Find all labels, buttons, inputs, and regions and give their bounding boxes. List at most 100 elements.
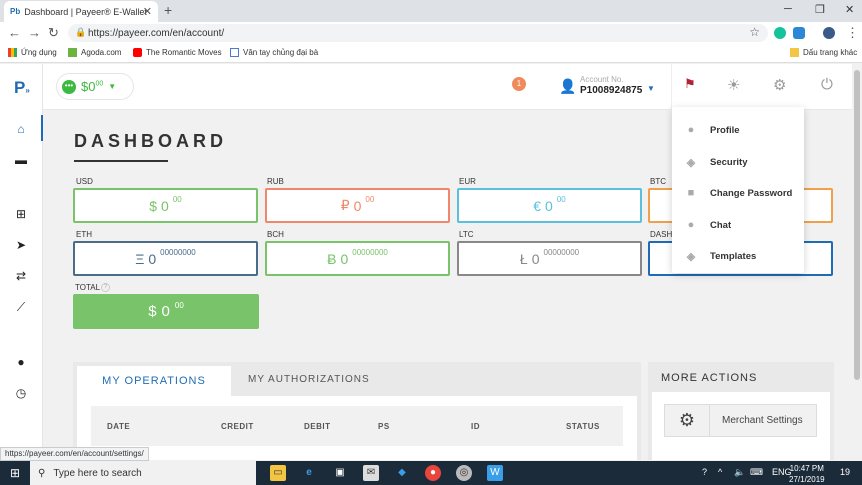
balance-selector[interactable]: ••• $000 ▼ [56,73,134,100]
send-icon[interactable]: ➤ [13,237,29,253]
close-window-icon[interactable]: ✕ [845,3,854,16]
browser-tab[interactable]: Pb Dashboard | Payeer® E-Wallet ✕ [4,1,158,22]
currency-symbol: Ƀ [327,250,337,267]
menu-item-change-password[interactable]: ■ Change Password [672,178,804,208]
logout-power-icon[interactable]: ⏻ [821,76,833,93]
chat-icon[interactable]: ● [13,354,29,370]
history-icon[interactable]: ◷ [13,385,29,401]
currency-label: DASH [650,230,673,239]
column-header[interactable]: DATE [107,422,130,431]
system-clock[interactable]: 10:47 PM 27/1/2019 [789,463,825,485]
menu-item-profile[interactable]: ● Profile [672,115,804,145]
column-header[interactable]: STATUS [566,422,600,431]
us-flag-icon[interactable]: ⚑ [684,76,696,92]
grammarly-icon[interactable] [774,27,786,39]
edge-icon[interactable]: e [301,465,317,481]
column-header[interactable]: CREDIT [221,422,254,431]
bookmarks-bar: Ứng dụng Agoda.com The Romantic Moves Vâ… [0,44,862,63]
app-icon[interactable]: ◎ [456,465,472,481]
help-tray-icon[interactable]: ? [702,467,707,477]
notification-badge[interactable]: 1 [512,77,526,91]
taskbar-search[interactable]: ⚲ Type here to search [30,461,256,485]
dashboard-icon[interactable]: ⌂ [13,121,29,137]
chrome-menu-icon[interactable]: ⋮ [846,25,859,41]
currency-label: ETH [76,230,92,239]
help-icon[interactable]: ? [101,283,110,292]
account-number[interactable]: P1008924875 [580,85,642,96]
menu-item-chat[interactable]: ● Chat [672,210,804,240]
currency-symbol: Ξ [135,250,145,267]
currency-box-usd[interactable]: $ 0 00 [73,188,258,223]
address-bar[interactable]: 🔒 https://payeer.com/en/account/ ☆ [68,24,768,42]
profile-avatar-icon[interactable] [823,27,835,39]
reload-icon[interactable]: ↻ [48,25,59,41]
currency-box-rub[interactable]: ₽ 0 00 [265,188,450,223]
volume-icon[interactable]: 🔈 [734,467,745,478]
bookmark-apps[interactable]: Ứng dụng [8,48,57,57]
more-actions-panel: MORE ACTIONS ⚙ Merchant Settings [648,362,834,460]
word-icon[interactable]: W [487,465,503,481]
chart-icon[interactable]: ⟋ [13,299,29,315]
settings-gear-icon[interactable]: ⚙ [773,76,786,94]
keyboard-icon[interactable]: ⌨ [750,467,763,478]
currency-decimals: 00000000 [543,248,580,257]
file-explorer-icon[interactable]: ▭ [270,465,286,481]
payeer-logo[interactable]: P» [14,78,30,98]
close-tab-icon[interactable]: ✕ [143,5,152,18]
tab-my-operations[interactable]: MY OPERATIONS [77,366,231,396]
store-icon[interactable]: ▣ [332,465,348,481]
currency-symbol: € [533,197,542,214]
show-hidden-icons-icon[interactable]: ^ [718,467,722,477]
windows-taskbar: ⊞ ⚲ Type here to search ▭ e ▣ ✉ ◆ ● ◎ W … [0,461,862,485]
browser-tab-bar: Pb Dashboard | Payeer® E-Wallet ✕ + ─ ❐ … [0,0,862,22]
back-icon[interactable]: ← [8,25,21,40]
chevron-down-icon: ▼ [108,82,117,91]
scrollbar-thumb[interactable] [854,70,860,380]
theme-sun-icon[interactable]: ☀ [727,76,740,94]
bookmark-agoda[interactable]: Agoda.com [68,48,121,57]
divider [671,64,672,110]
minimize-icon[interactable]: ─ [784,3,792,15]
windows-start-icon[interactable]: ⊞ [0,461,30,485]
currency-box-eth[interactable]: Ξ 0 00000000 [73,241,258,276]
exchange-icon[interactable]: ⇄ [13,268,29,284]
account-chevron-icon[interactable]: ▼ [647,84,655,93]
add-funds-icon[interactable]: ⊞ [13,206,29,222]
dropbox-icon[interactable]: ◆ [394,465,410,481]
total-value: 0 [161,303,170,320]
currency-box-ltc[interactable]: Ł 0 00000000 [457,241,642,276]
chat-icon: ● [687,219,695,231]
extension-icon[interactable] [793,27,805,39]
menu-item-label: Change Password [710,187,793,199]
gear-icon: ⚙ [665,404,710,437]
column-header[interactable]: DEBIT [304,422,331,431]
card-icon[interactable]: ▬ [13,152,29,168]
column-header[interactable]: ID [471,422,480,431]
new-tab-icon[interactable]: + [164,2,172,18]
other-bookmarks[interactable]: Dấu trang khác [790,48,857,57]
bookmark-page[interactable]: Vân tay chủng đại bà [230,48,318,57]
chrome-icon[interactable]: ● [425,465,441,481]
column-header[interactable]: PS [378,422,390,431]
forward-icon[interactable]: → [28,25,41,40]
bookmark-youtube[interactable]: The Romantic Moves [133,48,222,57]
payeer-favicon-icon: Pb [10,7,21,16]
apps-grid-icon [8,48,17,57]
user-icon: ● [687,124,695,136]
tab-my-authorizations[interactable]: MY AUTHORIZATIONS [248,374,370,385]
mail-icon[interactable]: ✉ [363,465,379,481]
lock-icon: ■ [687,187,695,199]
table-header: DATE CREDIT DEBIT PS ID STATUS [91,406,623,446]
bookmark-star-icon[interactable]: ☆ [749,25,760,39]
action-center-count: 19 [840,467,851,477]
currency-box-eur[interactable]: € 0 00 [457,188,642,223]
restore-icon[interactable]: ❐ [815,3,825,16]
menu-item-templates[interactable]: ◈ Templates [672,241,804,271]
action-center-icon[interactable]: 19 [840,467,850,477]
search-icon: ⚲ [38,467,46,479]
currency-label: LTC [459,230,474,239]
currency-box-bch[interactable]: Ƀ 0 00000000 [265,241,450,276]
merchant-settings-button[interactable]: ⚙ Merchant Settings [664,404,817,437]
agoda-icon [68,48,77,57]
menu-item-security[interactable]: ◈ Security [672,147,804,177]
